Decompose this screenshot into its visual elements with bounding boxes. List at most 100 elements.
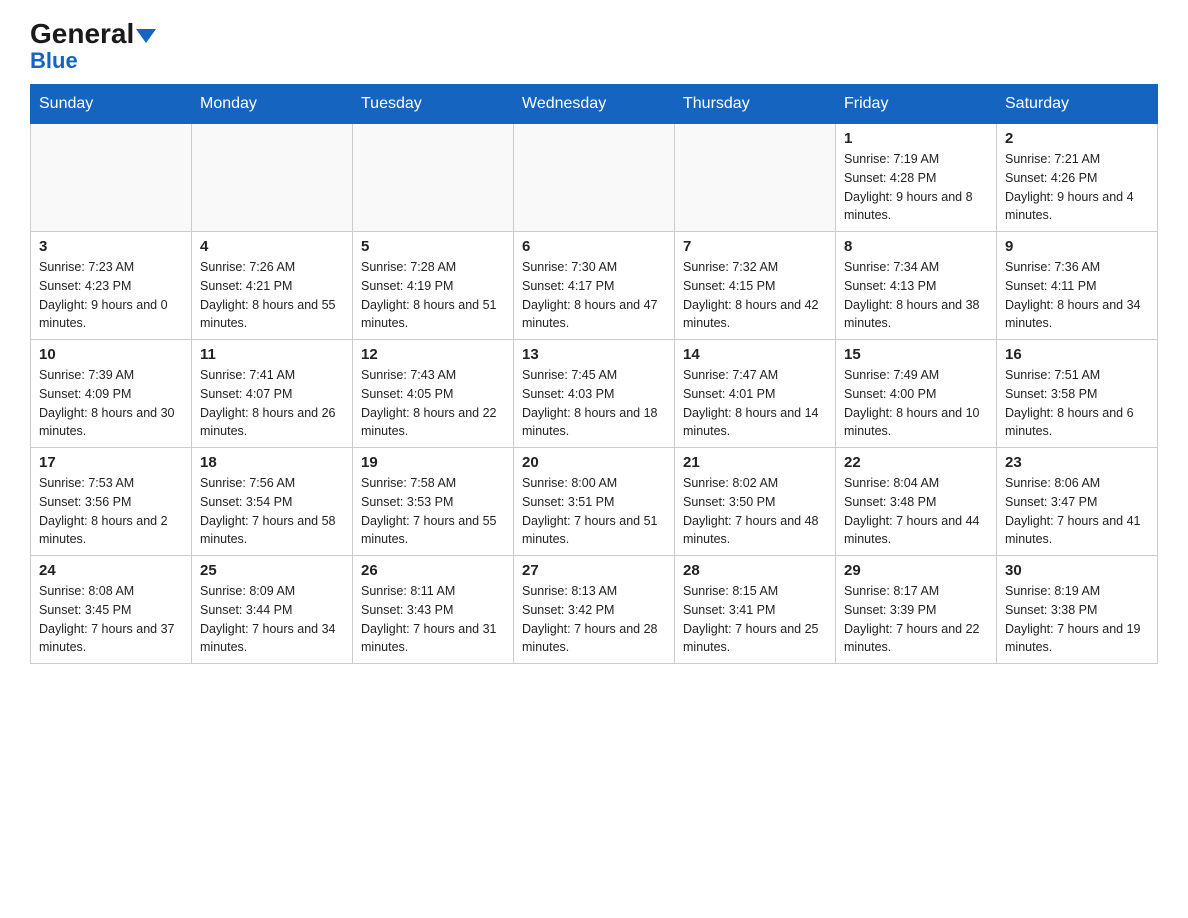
day-number: 24	[39, 562, 183, 579]
day-info: Sunrise: 8:00 AMSunset: 3:51 PMDaylight:…	[522, 474, 666, 549]
day-number: 11	[200, 346, 344, 363]
day-number: 17	[39, 454, 183, 471]
day-info: Sunrise: 7:21 AMSunset: 4:26 PMDaylight:…	[1005, 150, 1149, 225]
day-number: 21	[683, 454, 827, 471]
calendar-cell	[675, 124, 836, 232]
day-info: Sunrise: 8:02 AMSunset: 3:50 PMDaylight:…	[683, 474, 827, 549]
calendar-cell: 24 Sunrise: 8:08 AMSunset: 3:45 PMDayligh…	[31, 556, 192, 664]
day-header-sunday: Sunday	[31, 85, 192, 124]
day-number: 1	[844, 130, 988, 147]
calendar-cell: 13 Sunrise: 7:45 AMSunset: 4:03 PMDayligh…	[514, 340, 675, 448]
calendar-cell: 29 Sunrise: 8:17 AMSunset: 3:39 PMDayligh…	[836, 556, 997, 664]
calendar-cell: 19Sunrise: 7:58 AMSunset: 3:53 PMDayligh…	[353, 448, 514, 556]
calendar-cell: 15Sunrise: 7:49 AMSunset: 4:00 PMDayligh…	[836, 340, 997, 448]
day-info: Sunrise: 7:19 AMSunset: 4:28 PMDaylight:…	[844, 150, 988, 225]
day-number: 22	[844, 454, 988, 471]
day-header-monday: Monday	[192, 85, 353, 124]
day-number: 28	[683, 562, 827, 579]
day-info: Sunrise: 7:58 AMSunset: 3:53 PMDaylight:…	[361, 474, 505, 549]
day-number: 16	[1005, 346, 1149, 363]
day-number: 25	[200, 562, 344, 579]
calendar-cell: 16 Sunrise: 7:51 AMSunset: 3:58 PMDayligh…	[997, 340, 1158, 448]
day-number: 10	[39, 346, 183, 363]
calendar-cell: 17 Sunrise: 7:53 AMSunset: 3:56 PMDayligh…	[31, 448, 192, 556]
day-number: 14	[683, 346, 827, 363]
day-header-row: SundayMondayTuesdayWednesdayThursdayFrid…	[31, 85, 1158, 124]
day-info: Sunrise: 8:13 AMSunset: 3:42 PMDaylight:…	[522, 582, 666, 657]
day-info: Sunrise: 7:56 AMSunset: 3:54 PMDaylight:…	[200, 474, 344, 549]
day-info: Sunrise: 7:36 AMSunset: 4:11 PMDaylight:…	[1005, 258, 1149, 333]
day-info: Sunrise: 7:34 AMSunset: 4:13 PMDaylight:…	[844, 258, 988, 333]
day-info: Sunrise: 7:26 AMSunset: 4:21 PMDaylight:…	[200, 258, 344, 333]
day-number: 15	[844, 346, 988, 363]
calendar-cell: 3 Sunrise: 7:23 AMSunset: 4:23 PMDaylight…	[31, 232, 192, 340]
day-info: Sunrise: 7:51 AMSunset: 3:58 PMDaylight:…	[1005, 366, 1149, 441]
calendar-cell: 6 Sunrise: 7:30 AMSunset: 4:17 PMDaylight…	[514, 232, 675, 340]
calendar-cell	[31, 124, 192, 232]
calendar-week-5: 24 Sunrise: 8:08 AMSunset: 3:45 PMDayligh…	[31, 556, 1158, 664]
day-info: Sunrise: 8:11 AMSunset: 3:43 PMDaylight:…	[361, 582, 505, 657]
day-info: Sunrise: 8:17 AMSunset: 3:39 PMDaylight:…	[844, 582, 988, 657]
calendar-cell: 2 Sunrise: 7:21 AMSunset: 4:26 PMDaylight…	[997, 124, 1158, 232]
logo: General Blue	[30, 20, 156, 74]
calendar-cell: 27Sunrise: 8:13 AMSunset: 3:42 PMDayligh…	[514, 556, 675, 664]
day-number: 30	[1005, 562, 1149, 579]
day-info: Sunrise: 8:09 AMSunset: 3:44 PMDaylight:…	[200, 582, 344, 657]
calendar-cell: 21 Sunrise: 8:02 AMSunset: 3:50 PMDayligh…	[675, 448, 836, 556]
calendar-cell: 4Sunrise: 7:26 AMSunset: 4:21 PMDaylight…	[192, 232, 353, 340]
day-info: Sunrise: 8:15 AMSunset: 3:41 PMDaylight:…	[683, 582, 827, 657]
day-info: Sunrise: 7:30 AMSunset: 4:17 PMDaylight:…	[522, 258, 666, 333]
day-number: 9	[1005, 238, 1149, 255]
calendar-week-4: 17 Sunrise: 7:53 AMSunset: 3:56 PMDayligh…	[31, 448, 1158, 556]
day-number: 8	[844, 238, 988, 255]
calendar-cell: 1 Sunrise: 7:19 AMSunset: 4:28 PMDaylight…	[836, 124, 997, 232]
day-header-wednesday: Wednesday	[514, 85, 675, 124]
day-number: 3	[39, 238, 183, 255]
day-info: Sunrise: 7:41 AMSunset: 4:07 PMDaylight:…	[200, 366, 344, 441]
day-header-saturday: Saturday	[997, 85, 1158, 124]
calendar-week-1: 1 Sunrise: 7:19 AMSunset: 4:28 PMDaylight…	[31, 124, 1158, 232]
calendar-cell: 25 Sunrise: 8:09 AMSunset: 3:44 PMDayligh…	[192, 556, 353, 664]
day-number: 7	[683, 238, 827, 255]
calendar-cell	[514, 124, 675, 232]
day-number: 18	[200, 454, 344, 471]
calendar-cell: 22 Sunrise: 8:04 AMSunset: 3:48 PMDayligh…	[836, 448, 997, 556]
day-info: Sunrise: 8:08 AMSunset: 3:45 PMDaylight:…	[39, 582, 183, 657]
day-number: 13	[522, 346, 666, 363]
calendar-cell: 26 Sunrise: 8:11 AMSunset: 3:43 PMDayligh…	[353, 556, 514, 664]
calendar-cell: 30 Sunrise: 8:19 AMSunset: 3:38 PMDayligh…	[997, 556, 1158, 664]
day-info: Sunrise: 8:04 AMSunset: 3:48 PMDaylight:…	[844, 474, 988, 549]
calendar-cell: 5Sunrise: 7:28 AMSunset: 4:19 PMDaylight…	[353, 232, 514, 340]
calendar-cell: 18 Sunrise: 7:56 AMSunset: 3:54 PMDayligh…	[192, 448, 353, 556]
logo-triangle-icon	[136, 29, 156, 43]
day-info: Sunrise: 7:39 AMSunset: 4:09 PMDaylight:…	[39, 366, 183, 441]
day-info: Sunrise: 8:19 AMSunset: 3:38 PMDaylight:…	[1005, 582, 1149, 657]
day-info: Sunrise: 7:23 AMSunset: 4:23 PMDaylight:…	[39, 258, 183, 333]
calendar-cell	[192, 124, 353, 232]
calendar-week-3: 10 Sunrise: 7:39 AMSunset: 4:09 PMDayligh…	[31, 340, 1158, 448]
calendar-table: SundayMondayTuesdayWednesdayThursdayFrid…	[30, 84, 1158, 664]
day-number: 6	[522, 238, 666, 255]
calendar-cell	[353, 124, 514, 232]
logo-blue: Blue	[30, 48, 78, 74]
day-info: Sunrise: 7:43 AMSunset: 4:05 PMDaylight:…	[361, 366, 505, 441]
day-header-thursday: Thursday	[675, 85, 836, 124]
day-header-tuesday: Tuesday	[353, 85, 514, 124]
day-number: 20	[522, 454, 666, 471]
day-number: 26	[361, 562, 505, 579]
day-info: Sunrise: 7:45 AMSunset: 4:03 PMDaylight:…	[522, 366, 666, 441]
day-info: Sunrise: 7:32 AMSunset: 4:15 PMDaylight:…	[683, 258, 827, 333]
calendar-cell: 8 Sunrise: 7:34 AMSunset: 4:13 PMDaylight…	[836, 232, 997, 340]
day-info: Sunrise: 7:53 AMSunset: 3:56 PMDaylight:…	[39, 474, 183, 549]
logo-general: General	[30, 20, 156, 48]
calendar-cell: 10 Sunrise: 7:39 AMSunset: 4:09 PMDayligh…	[31, 340, 192, 448]
day-number: 2	[1005, 130, 1149, 147]
calendar-cell: 20 Sunrise: 8:00 AMSunset: 3:51 PMDayligh…	[514, 448, 675, 556]
day-number: 29	[844, 562, 988, 579]
calendar-header: SundayMondayTuesdayWednesdayThursdayFrid…	[31, 85, 1158, 124]
day-number: 12	[361, 346, 505, 363]
day-header-friday: Friday	[836, 85, 997, 124]
calendar-cell: 12 Sunrise: 7:43 AMSunset: 4:05 PMDayligh…	[353, 340, 514, 448]
day-info: Sunrise: 7:28 AMSunset: 4:19 PMDaylight:…	[361, 258, 505, 333]
calendar-cell: 7 Sunrise: 7:32 AMSunset: 4:15 PMDaylight…	[675, 232, 836, 340]
